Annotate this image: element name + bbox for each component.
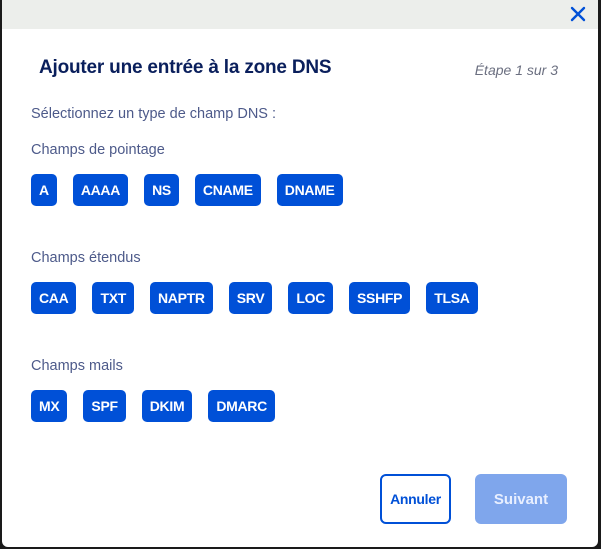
dns-type-aaaa-button[interactable]: AAAA xyxy=(72,174,129,206)
dns-type-srv-button[interactable]: SRV xyxy=(228,282,273,314)
dns-type-spf-button[interactable]: SPF xyxy=(83,390,126,422)
chip-row-extended: CAA TXT NAPTR SRV LOC SSHFP TLSA xyxy=(31,282,478,314)
dns-type-txt-button[interactable]: TXT xyxy=(92,282,134,314)
dns-type-dname-button[interactable]: DNAME xyxy=(276,174,343,206)
dns-type-sshfp-button[interactable]: SSHFP xyxy=(349,282,411,314)
dns-type-ns-button[interactable]: NS xyxy=(144,174,179,206)
dns-type-naptr-button[interactable]: NAPTR xyxy=(149,282,213,314)
modal-title: Ajouter une entrée à la zone DNS xyxy=(39,57,332,78)
dns-type-dmarc-button[interactable]: DMARC xyxy=(208,390,275,422)
group-label-pointing: Champs de pointage xyxy=(31,142,165,158)
chip-row-pointing: A AAAA NS CNAME DNAME xyxy=(31,174,343,206)
dns-type-cname-button[interactable]: CNAME xyxy=(194,174,261,206)
dns-type-loc-button[interactable]: LOC xyxy=(288,282,334,314)
dns-type-dkim-button[interactable]: DKIM xyxy=(141,390,193,422)
instruction-text: Sélectionnez un type de champ DNS : xyxy=(31,106,277,122)
modal-topbar xyxy=(2,0,598,29)
chip-row-mail: MX SPF DKIM DMARC xyxy=(31,390,275,422)
next-button[interactable]: Suivant xyxy=(475,474,567,524)
group-label-extended: Champs étendus xyxy=(31,250,141,266)
cancel-button[interactable]: Annuler xyxy=(380,474,451,524)
step-indicator: Étape 1 sur 3 xyxy=(474,62,558,78)
close-button[interactable] xyxy=(567,3,589,25)
close-icon xyxy=(570,6,586,22)
dns-type-a-button[interactable]: A xyxy=(31,174,57,206)
dns-type-tlsa-button[interactable]: TLSA xyxy=(426,282,478,314)
dns-type-caa-button[interactable]: CAA xyxy=(31,282,77,314)
group-label-mail: Champs mails xyxy=(31,358,123,374)
add-dns-entry-modal: Ajouter une entrée à la zone DNS Étape 1… xyxy=(2,0,598,547)
dns-type-mx-button[interactable]: MX xyxy=(31,390,68,422)
